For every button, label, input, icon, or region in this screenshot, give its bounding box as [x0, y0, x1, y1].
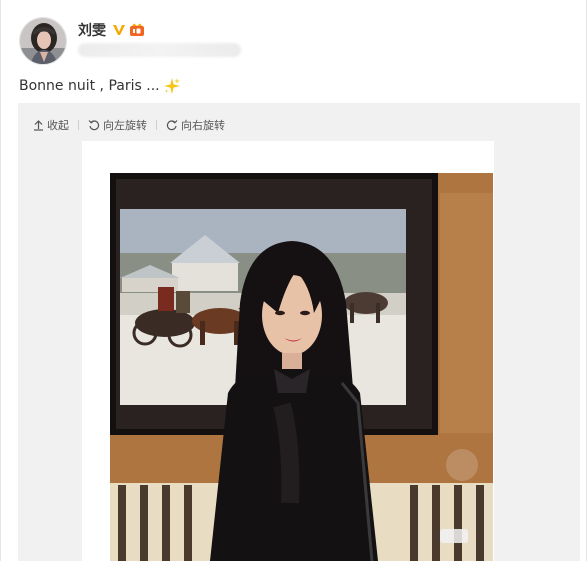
- rotate-right-label: 向右旋转: [181, 119, 225, 132]
- toolbar-divider: [78, 120, 79, 130]
- sparkle-icon: [163, 78, 180, 94]
- rotate-left-icon: [88, 120, 100, 131]
- post-content: Bonne nuit , Paris ...: [19, 76, 181, 96]
- media-expanded-panel: 收起 向左旋转 向右旋转: [18, 103, 580, 561]
- media-toolbar: 收起 向左旋转 向右旋转: [33, 117, 225, 133]
- rotate-right-button[interactable]: 向右旋转: [166, 117, 225, 133]
- collapse-arrow-icon: [34, 119, 43, 131]
- rotate-left-button[interactable]: 向左旋转: [88, 117, 147, 133]
- collapse-button[interactable]: 收起: [33, 117, 69, 133]
- vip-member-icon[interactable]: [129, 23, 145, 37]
- avatar-photo: [20, 18, 66, 64]
- post-photo[interactable]: [110, 173, 493, 561]
- collapse-label: 收起: [47, 119, 69, 132]
- verified-v-icon[interactable]: [112, 23, 126, 37]
- user-name-row: 刘雯: [78, 20, 145, 40]
- weibo-post-card: 刘雯 Bonne nuit , Paris ... 收起 向左旋转 向右旋转: [0, 0, 587, 561]
- post-text: Bonne nuit , Paris ...: [19, 78, 160, 94]
- photo-illustration: [110, 173, 493, 561]
- blurred-post-meta: [78, 43, 241, 57]
- rotate-right-icon: [166, 120, 178, 131]
- user-avatar[interactable]: [19, 17, 67, 65]
- toolbar-divider: [156, 120, 157, 130]
- rotate-left-label: 向左旋转: [103, 119, 147, 132]
- image-frame: [82, 141, 494, 561]
- username-link[interactable]: 刘雯: [78, 20, 106, 40]
